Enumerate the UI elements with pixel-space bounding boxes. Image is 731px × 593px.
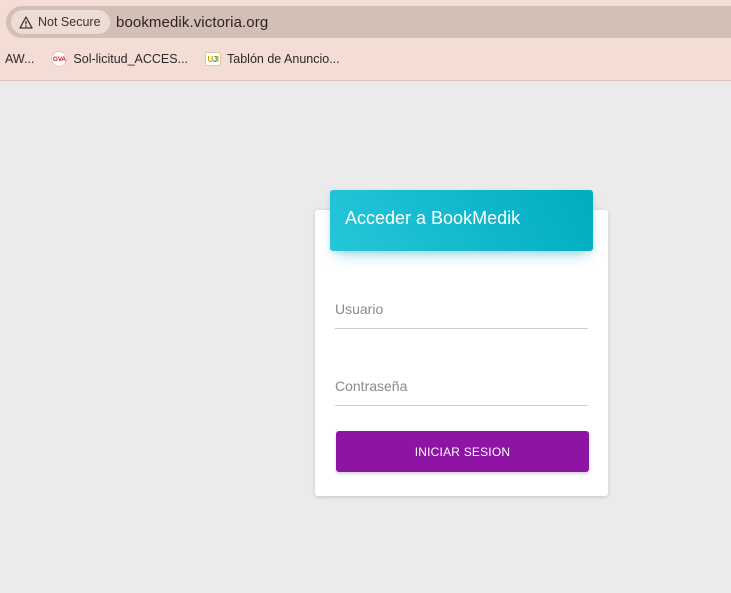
password-input[interactable] — [335, 366, 588, 406]
bookmark-tablon[interactable]: UJI Tablón de Anuncio... — [205, 52, 340, 66]
username-input[interactable] — [335, 289, 588, 329]
warning-icon — [19, 15, 33, 29]
address-bar[interactable]: Not Secure bookmedik.victoria.org — [6, 6, 731, 38]
bookmark-aw[interactable]: AW... — [5, 52, 34, 66]
login-title: Acceder a BookMedik — [345, 208, 521, 228]
bookmarks-bar: AW... GVA Sol-licitud_ACCES... UJI Tabló… — [0, 48, 357, 70]
bookmark-sol-licitud[interactable]: GVA Sol-licitud_ACCES... — [51, 51, 188, 67]
bookmark-label: Tablón de Anuncio... — [227, 52, 340, 66]
login-card-header: Acceder a BookMedik — [330, 190, 593, 251]
uji-logo-icon: UJI — [205, 52, 222, 66]
url-text[interactable]: bookmedik.victoria.org — [116, 14, 268, 31]
browser-chrome: Not Secure bookmedik.victoria.org AW... … — [0, 0, 731, 81]
security-indicator[interactable]: Not Secure — [11, 10, 110, 34]
bookmark-label: Sol-licitud_ACCES... — [73, 52, 189, 66]
security-label: Not Secure — [38, 15, 101, 29]
bookmark-label: AW... — [5, 52, 35, 66]
login-button[interactable]: INICIAR SESION — [336, 431, 589, 472]
gva-logo-icon: GVA — [51, 51, 68, 67]
